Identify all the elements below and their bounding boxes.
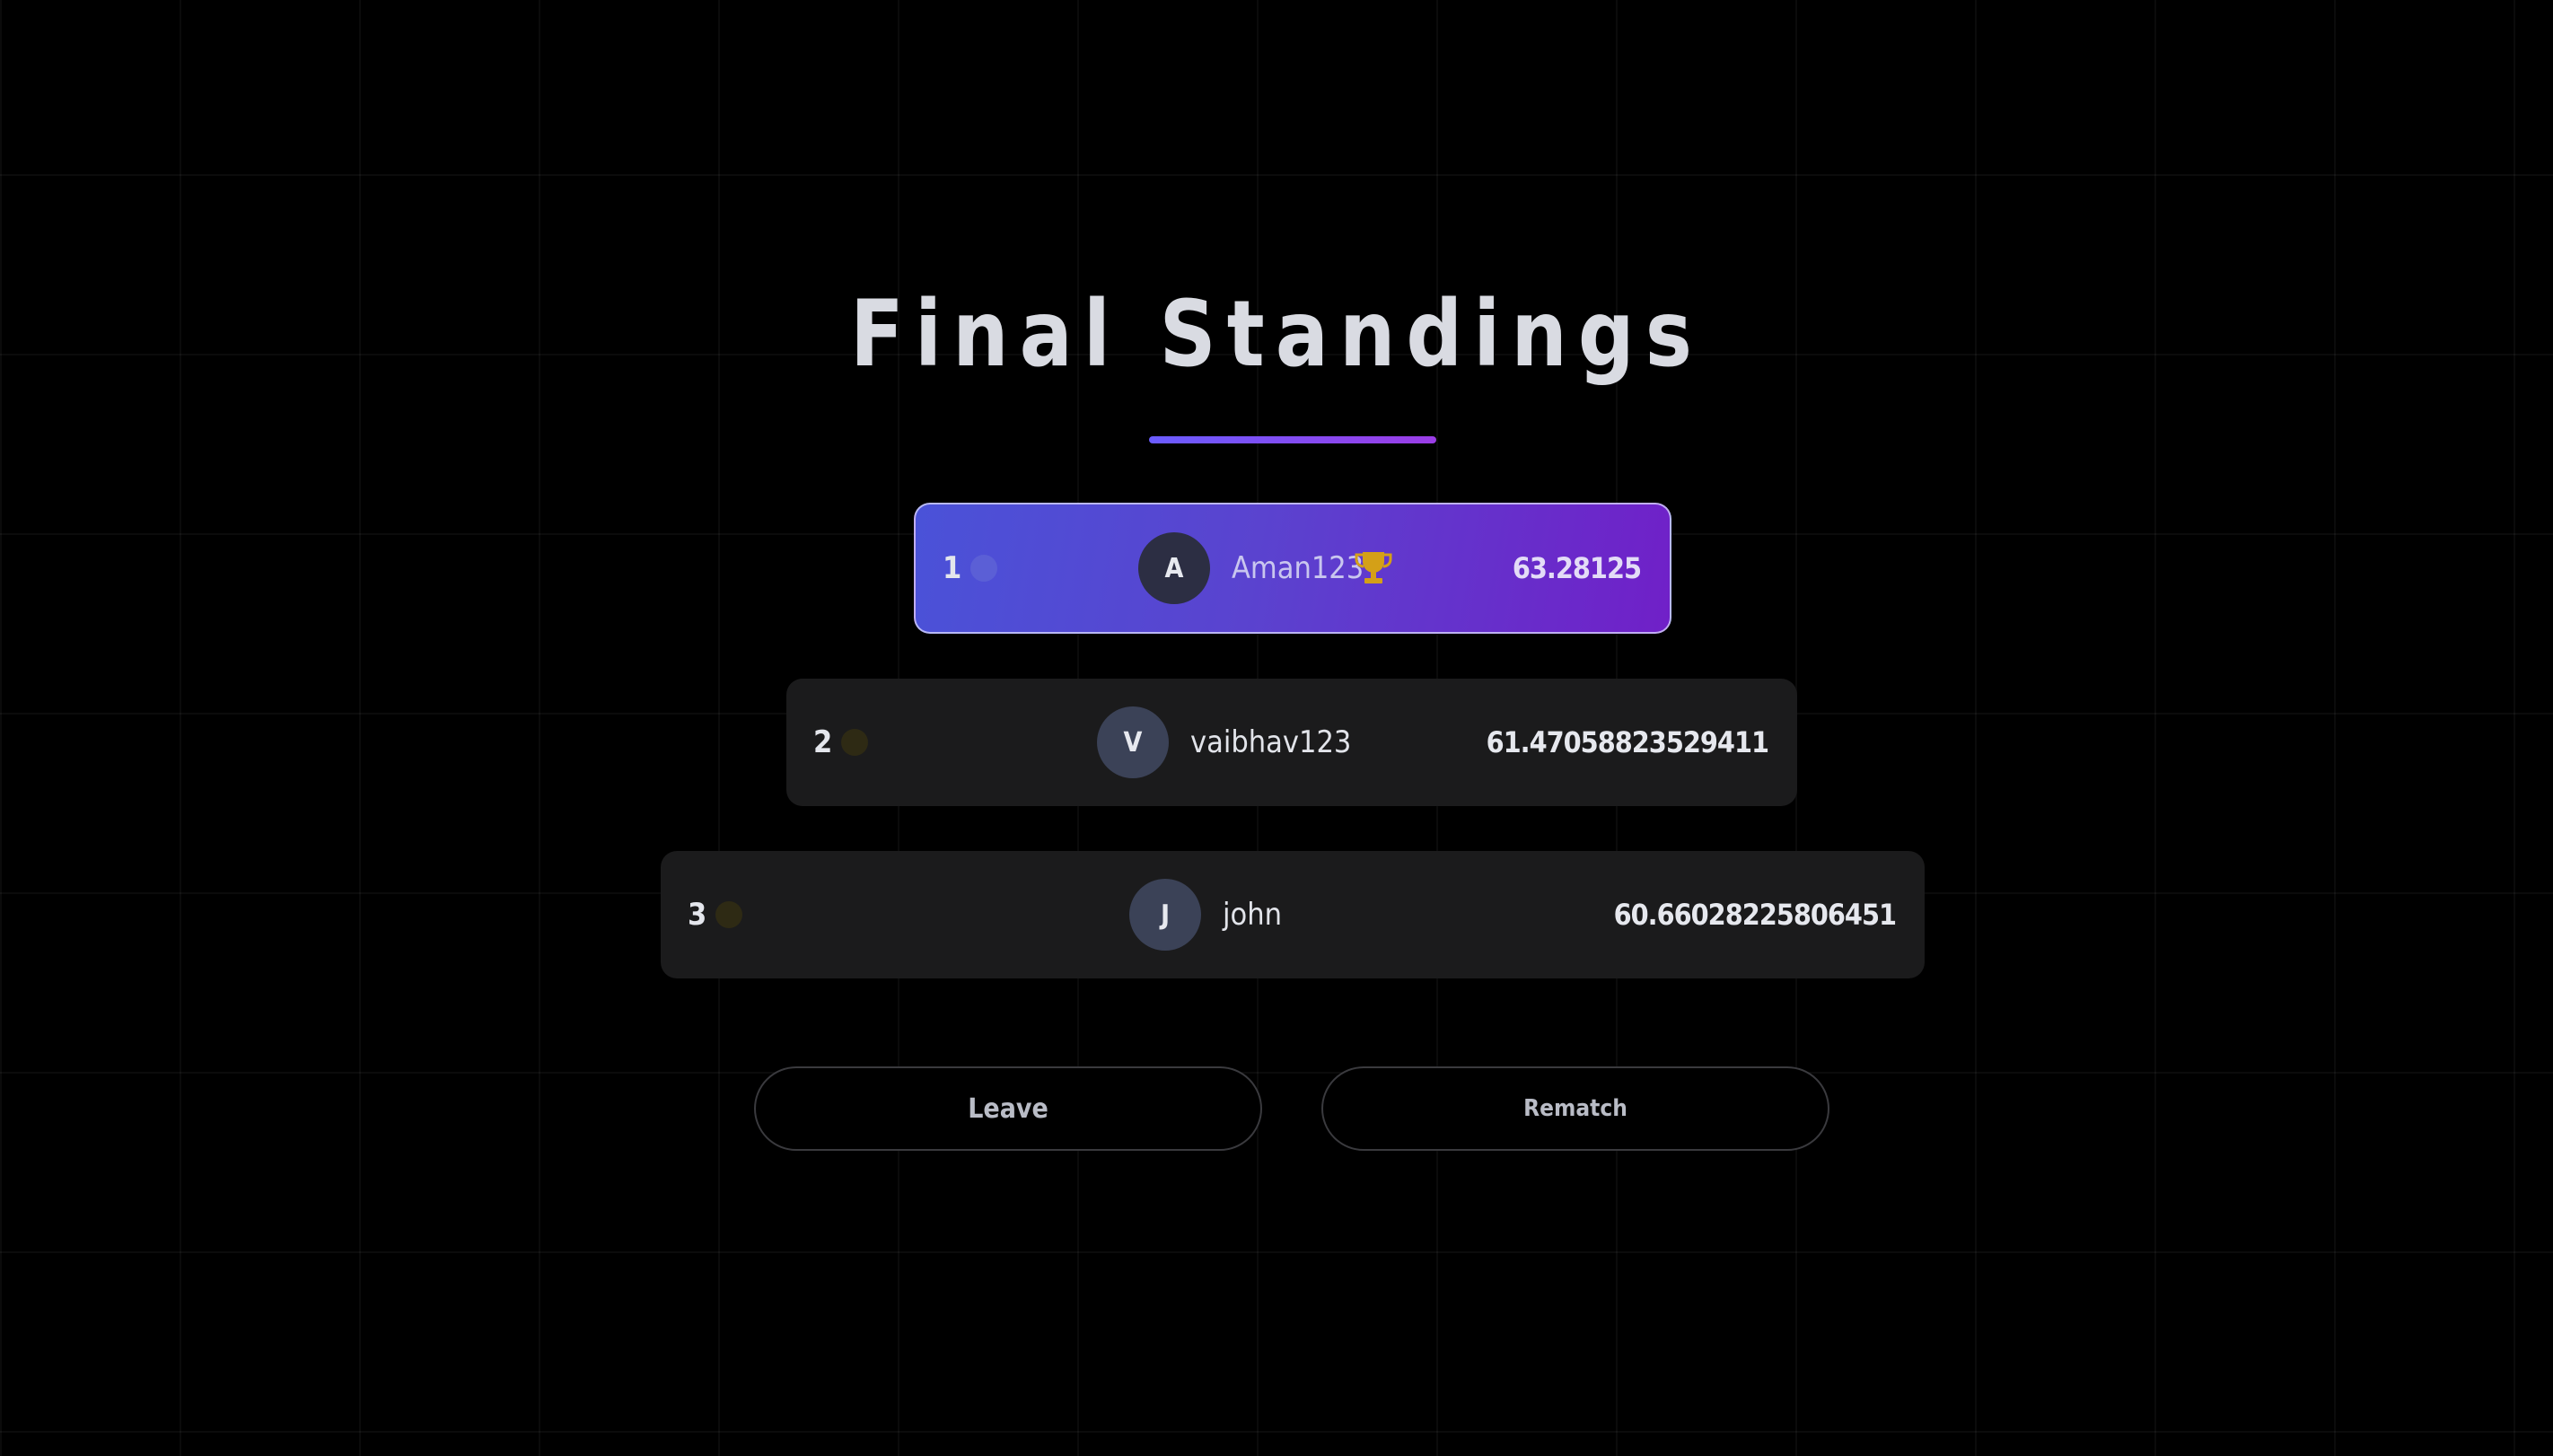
title-underline — [1149, 436, 1436, 443]
player-name: john — [1223, 897, 1282, 933]
avatar: V — [1097, 706, 1169, 778]
player-score: 61.47058823529411 — [1486, 725, 1769, 759]
rank-dot-icon — [715, 901, 743, 928]
standing-row-1: 1 A Aman123 63.28125 — [914, 503, 1671, 634]
rank-number: 1 — [943, 550, 962, 586]
player-name: Aman123 — [1232, 550, 1364, 586]
rematch-button[interactable]: Rematch — [1321, 1066, 1829, 1151]
rank-dot-icon — [841, 729, 869, 756]
player-score: 60.66028225806451 — [1613, 898, 1897, 932]
rank-number: 3 — [688, 897, 707, 933]
avatar: J — [1129, 879, 1201, 951]
standing-row-3: 3 J john 60.66028225806451 — [661, 851, 1925, 978]
rank-indicator: 2 — [813, 679, 869, 806]
leave-button[interactable]: Leave — [754, 1066, 1262, 1151]
rank-indicator: 1 — [943, 504, 998, 632]
avatar: A — [1138, 532, 1210, 604]
trophy-icon — [1354, 504, 1393, 632]
player-name: vaibhav123 — [1190, 724, 1352, 760]
page-title: Final Standings — [850, 281, 1703, 388]
rank-number: 2 — [813, 724, 833, 760]
rank-dot-icon — [970, 555, 998, 582]
standing-row-2: 2 V vaibhav123 61.47058823529411 — [786, 679, 1797, 806]
rank-indicator: 3 — [688, 851, 743, 978]
player-score: 63.28125 — [1512, 551, 1642, 585]
